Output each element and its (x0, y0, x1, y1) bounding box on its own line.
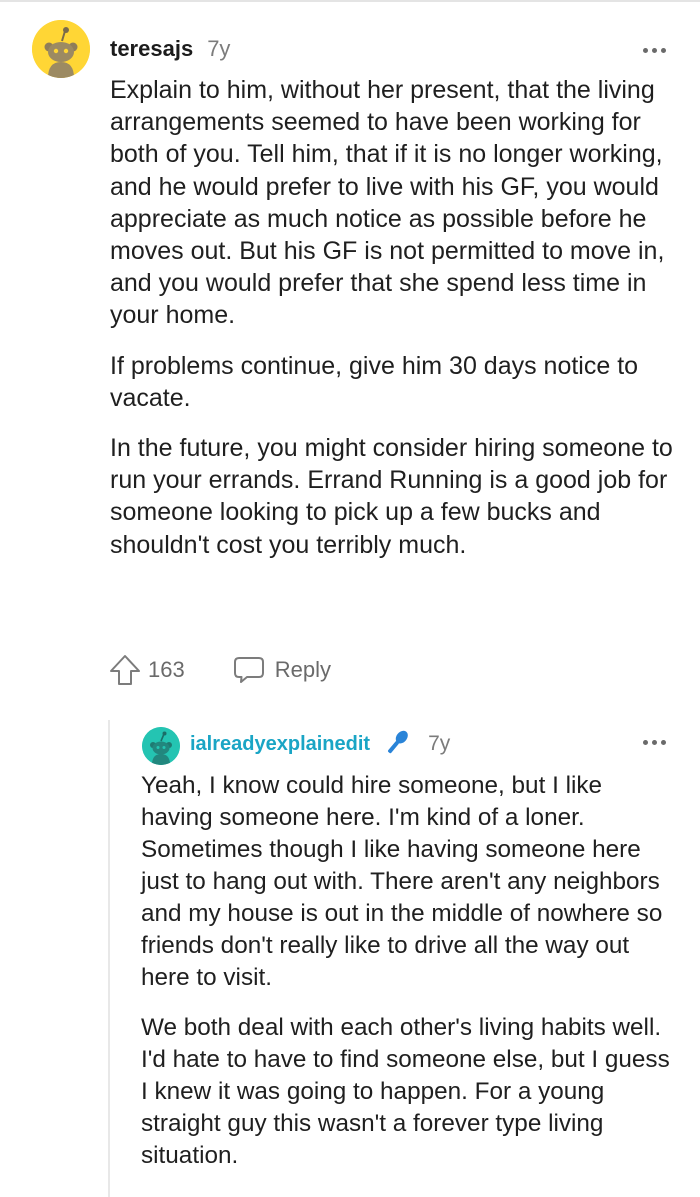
comment-actions: 163 Reply (108, 652, 331, 688)
username-link[interactable]: ialreadyexplainedit (190, 733, 370, 756)
avatar[interactable] (32, 20, 90, 78)
speech-bubble-icon (233, 657, 264, 683)
username-link[interactable]: teresajs (110, 36, 193, 62)
vote-count: 163 (148, 657, 185, 682)
snoo-avatar-icon (32, 20, 90, 78)
microphone-icon (378, 729, 414, 759)
comment-header: ialreadyexplainedit 7y (190, 729, 450, 759)
upvote-arrow-icon[interactable] (108, 653, 142, 687)
comment-paragraph: In the future, you might consider hiring… (110, 434, 673, 559)
comment-header: teresajs 7y (110, 34, 230, 64)
comment-paragraph: Yeah, I know could hire someone, but I l… (141, 772, 663, 991)
avatar[interactable] (142, 727, 180, 765)
comment-body: Yeah, I know could hire someone, but I l… (141, 770, 671, 1172)
upvote-button[interactable]: 163 (108, 653, 185, 687)
thread-line[interactable] (108, 720, 110, 1197)
comment-paragraph: Explain to him, without her present, tha… (110, 76, 665, 330)
comment-age: 7y (428, 732, 451, 755)
reply-label: Reply (274, 657, 331, 682)
comment-paragraph: If problems continue, give him 30 days n… (110, 351, 639, 412)
comment-paragraph: We both deal with each other's living ha… (141, 1014, 670, 1169)
top-divider (0, 0, 700, 2)
comment-body: Explain to him, without her present, tha… (110, 74, 685, 561)
more-options-icon[interactable] (643, 740, 666, 745)
snoo-avatar-icon (142, 727, 180, 765)
comment-age: 7y (207, 36, 231, 61)
reply-button[interactable]: Reply (233, 655, 331, 685)
more-options-icon[interactable] (643, 48, 666, 53)
